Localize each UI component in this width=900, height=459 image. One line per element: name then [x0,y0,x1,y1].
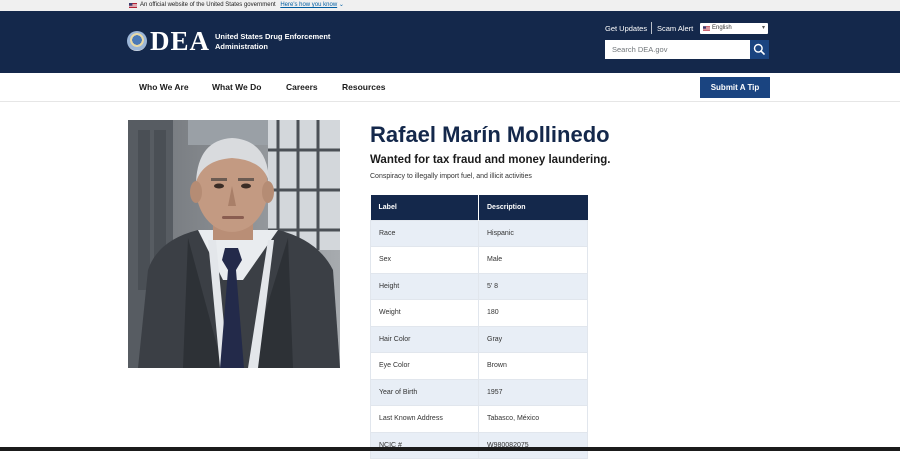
row-label: Year of Birth [370,378,479,406]
get-updates-link[interactable]: Get Updates [605,24,647,34]
gov-banner-text: An official website of the United States… [140,2,276,8]
row-value: Male [478,246,588,274]
table-row: Last Known Address Tabasco, México [370,405,588,433]
row-value: Tabasco, México [478,405,588,433]
chevron-down-icon[interactable]: ⌄ [339,2,344,8]
charges-text: Conspiracy to illegally import fuel, and… [370,173,532,180]
table-header-row: Label Description [370,195,588,220]
language-select-value: English [712,25,732,31]
table-row: Height 5' 8 [370,272,588,300]
row-label: Race [370,219,479,247]
row-label: Height [370,272,479,300]
search-button[interactable] [750,40,769,59]
us-flag-icon [703,26,710,31]
search-icon [753,43,765,55]
agency-name[interactable]: United States Drug Enforcement Administr… [215,32,345,52]
row-label: Last Known Address [370,405,479,433]
table-row: Eye Color Brown [370,352,588,380]
table-row: Weight 180 [370,299,588,327]
row-label: Hair Color [370,325,479,353]
dea-seal-icon[interactable] [127,31,147,51]
nav-item-who-we-are[interactable]: Who We Are [139,82,189,93]
scam-alert-link[interactable]: Scam Alert [657,24,693,34]
column-header-label: Label [370,195,479,220]
table-row: Year of Birth 1957 [370,378,588,406]
row-value: 5' 8 [478,272,588,300]
main-nav: Who We Are What We Do Careers Resources … [0,73,900,102]
heres-how-you-know-link[interactable]: Here's how you know [280,2,337,8]
row-value: W980082075 [478,431,588,459]
nav-item-what-we-do[interactable]: What We Do [212,82,261,93]
table-row: Hair Color Gray [370,325,588,353]
fugitive-name: Rafael Marín Mollinedo [370,122,610,147]
table-row: Race Hispanic [370,219,588,247]
nav-item-resources[interactable]: Resources [342,82,385,93]
row-value: Brown [478,352,588,380]
row-label: Weight [370,299,479,327]
column-header-description: Description [478,195,588,220]
row-label: Eye Color [370,352,479,380]
row-value: 1957 [478,378,588,406]
utility-divider [651,22,652,34]
submit-tip-button[interactable]: Submit A Tip [700,77,770,98]
table-row: Sex Male [370,246,588,274]
row-value: Gray [478,325,588,353]
nav-item-careers[interactable]: Careers [286,82,318,93]
table-row: NCIC # W980082075 [370,431,588,459]
wanted-for-text: Wanted for tax fraud and money launderin… [370,154,611,166]
fugitive-info-table: Label Description Race Hispanic Sex Male… [370,195,588,459]
us-flag-icon [129,3,137,8]
row-label: NCIC # [370,431,479,459]
row-value: 180 [478,299,588,327]
row-value: Hispanic [478,219,588,247]
chevron-down-icon: ▾ [761,25,765,31]
language-select[interactable]: English ▾ [700,23,768,34]
dea-logo-text[interactable]: DEA [150,26,210,56]
gov-banner: An official website of the United States… [0,0,900,11]
search-input[interactable] [605,40,750,59]
fugitive-photo [128,120,340,368]
row-label: Sex [370,246,479,274]
window-bottom-edge [0,447,900,451]
site-header: DEA United States Drug Enforcement Admin… [0,11,900,73]
portrait-image [128,120,340,368]
